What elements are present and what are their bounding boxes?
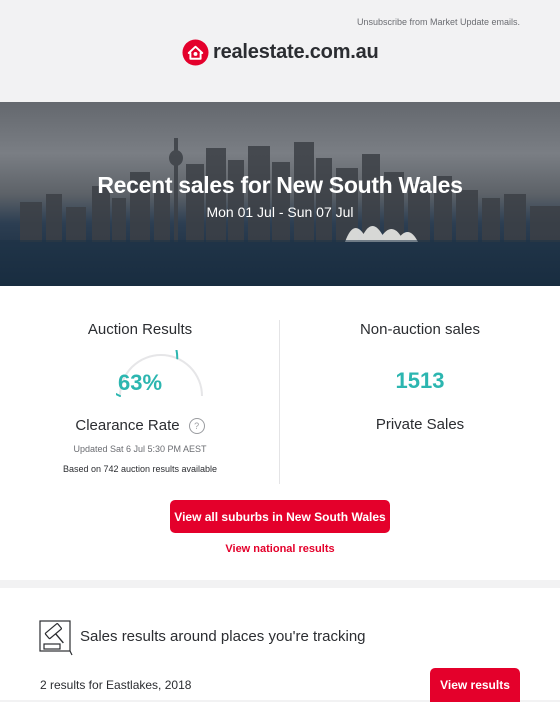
view-results-button[interactable]: View results	[430, 668, 520, 702]
clearance-rate-label: Clearance Rate	[75, 417, 180, 434]
logo-text: realestate.com.au	[213, 41, 379, 63]
email-header: Unsubscribe from Market Update emails. r…	[0, 0, 560, 102]
based-on-text: Based on 742 auction results available	[62, 464, 218, 474]
house-logo-icon	[182, 39, 209, 66]
private-sales-count: 1513	[395, 368, 445, 393]
brand-logo[interactable]: realestate.com.au	[182, 39, 379, 66]
results-text: 2 results for Eastlakes, 2018	[40, 678, 192, 692]
hero-title: Recent sales for New South Wales	[97, 172, 463, 198]
clearance-rate-value: 63%	[117, 370, 163, 395]
hero-date-range: Mon 01 Jul - Sun 07 Jul	[206, 204, 354, 220]
unsubscribe-link[interactable]: Unsubscribe from Market Update emails.	[357, 17, 520, 27]
tracking-title: Sales results around places you're track…	[80, 628, 366, 645]
view-all-suburbs-button[interactable]: View all suburbs in New South Wales	[170, 500, 390, 533]
auction-results-title: Auction Results	[87, 321, 193, 338]
gavel-icon	[39, 620, 73, 656]
sales-summary-card: Auction Results 63% Clearance Rate ? Upd…	[0, 286, 560, 580]
column-divider	[279, 320, 280, 484]
non-auction-title: Non-auction sales	[359, 321, 481, 338]
updated-timestamp: Updated Sat 6 Jul 5:30 PM AEST	[73, 444, 207, 454]
hero-banner: Recent sales for New South Wales Mon 01 …	[0, 102, 560, 286]
tracking-card: Sales results around places you're track…	[0, 588, 560, 702]
clearance-rate-row: Clearance Rate ?	[0, 417, 280, 434]
private-sales-label: Private Sales	[375, 416, 465, 433]
help-icon[interactable]: ?	[188, 417, 205, 434]
view-national-results-link[interactable]: View national results	[0, 543, 560, 555]
